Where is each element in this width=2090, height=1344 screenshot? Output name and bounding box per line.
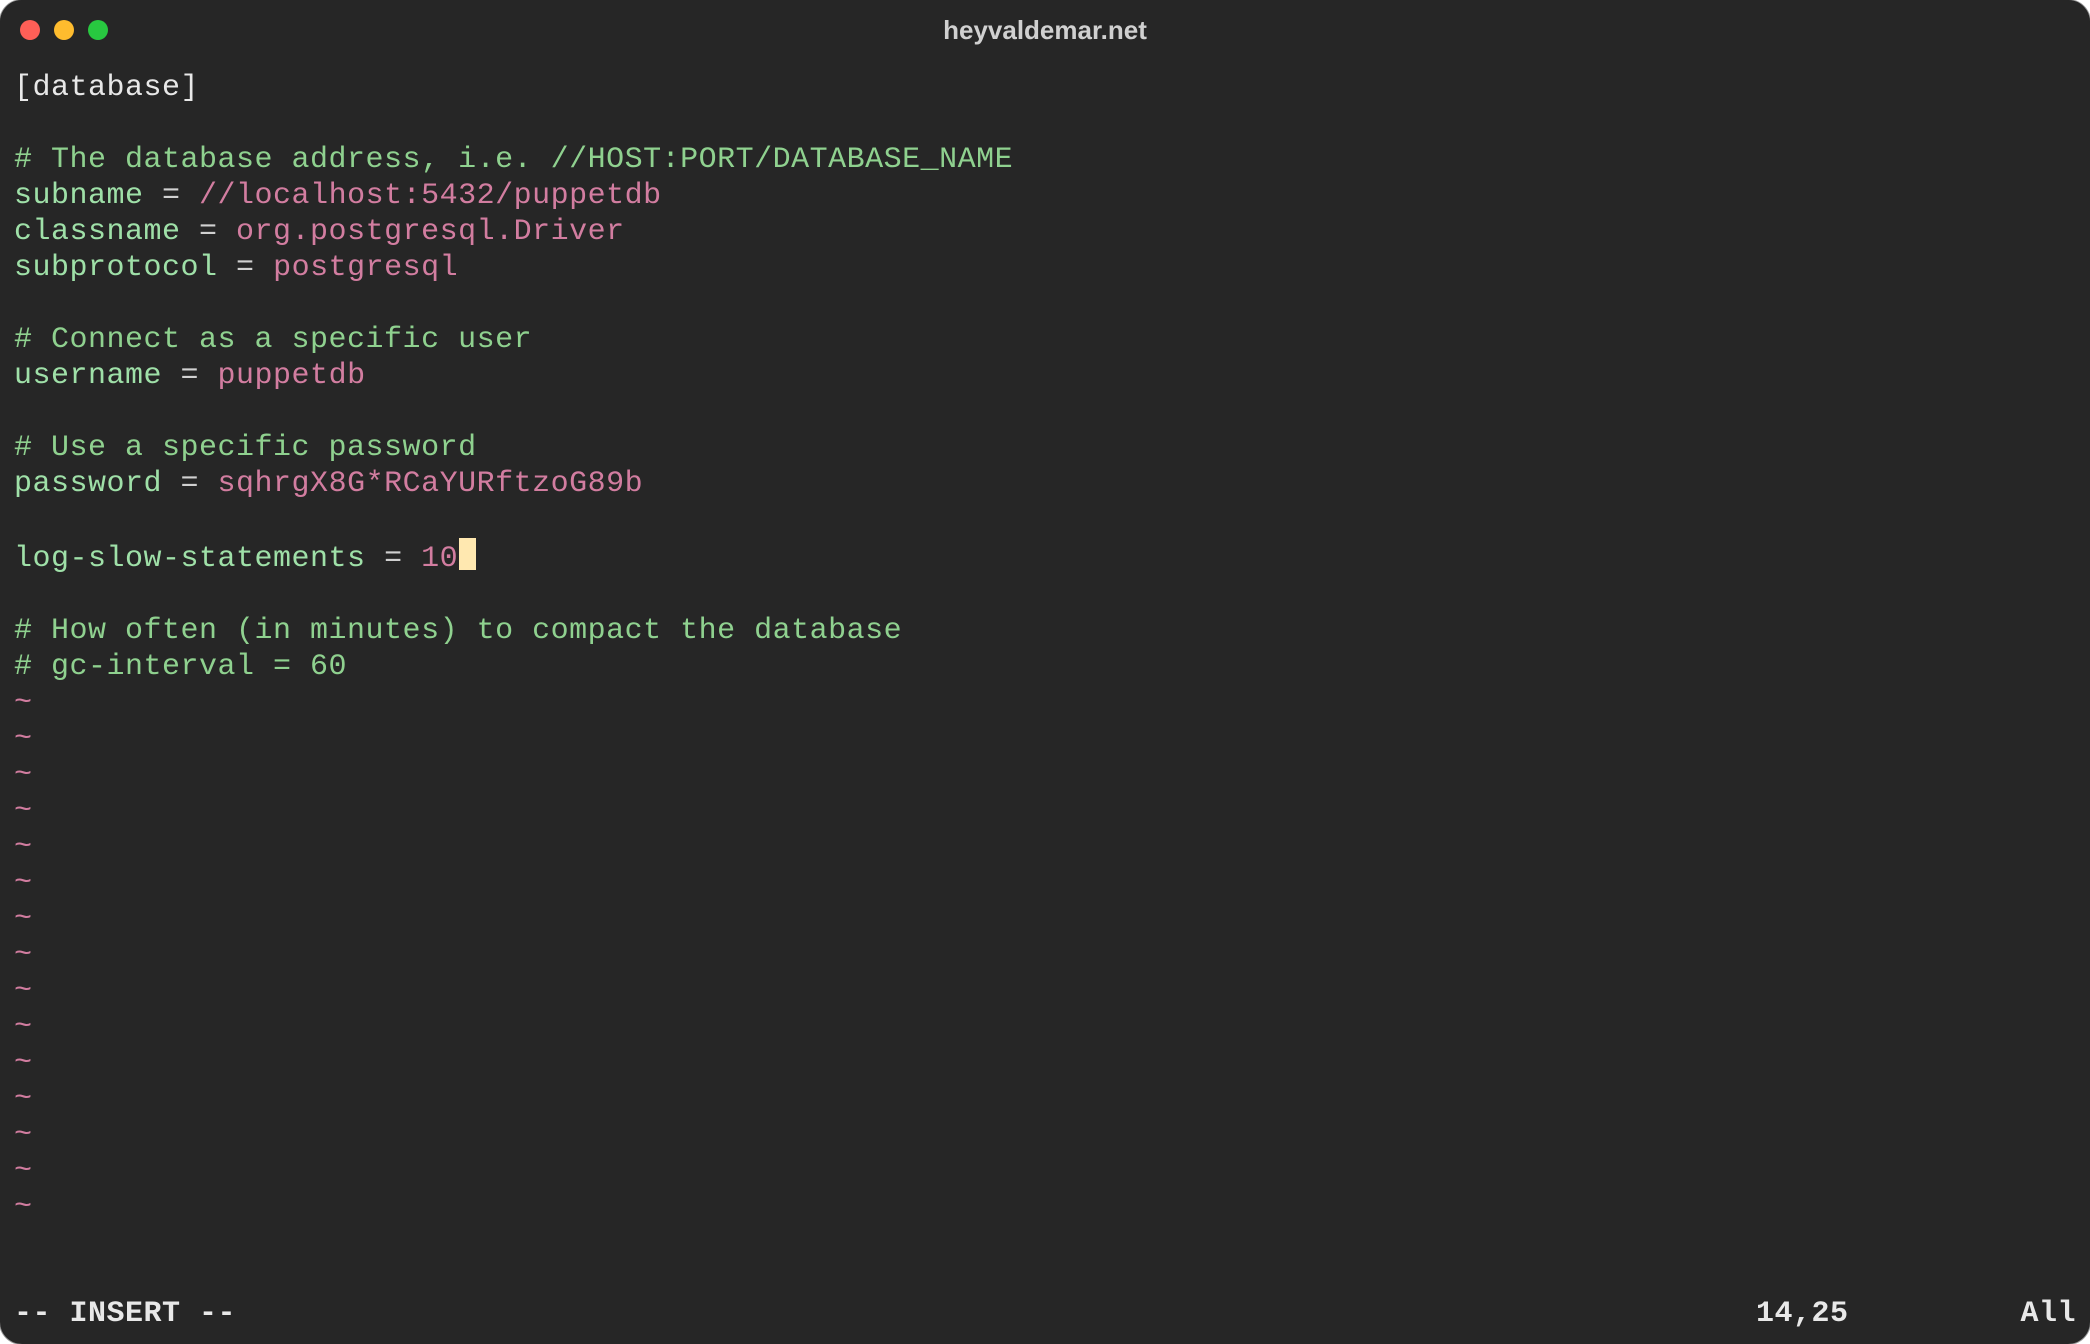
- editor-empty-line: ~: [14, 1117, 2076, 1153]
- editor-line: [14, 394, 2076, 430]
- editor-empty-line: ~: [14, 901, 2076, 937]
- editor-empty-line: ~: [14, 793, 2076, 829]
- vim-mode: -- INSERT --: [14, 1296, 236, 1334]
- editor-line: [14, 577, 2076, 613]
- editor-line: [14, 502, 2076, 538]
- editor-empty-line: ~: [14, 865, 2076, 901]
- editor-empty-line: ~: [14, 829, 2076, 865]
- vim-cursor-position: 14,25: [1756, 1296, 1976, 1334]
- zoom-window-button[interactable]: [88, 20, 108, 40]
- editor-line: [14, 106, 2076, 142]
- editor-empty-line: ~: [14, 1045, 2076, 1081]
- vim-scroll-percent: All: [1976, 1296, 2076, 1334]
- editor-line: # The database address, i.e. //HOST:PORT…: [14, 142, 2076, 178]
- editor-line: # Use a specific password: [14, 430, 2076, 466]
- editor-line: username = puppetdb: [14, 358, 2076, 394]
- editor-empty-line: ~: [14, 1081, 2076, 1117]
- editor-line: # Connect as a specific user: [14, 322, 2076, 358]
- window-title: heyvaldemar.net: [0, 15, 2090, 46]
- close-window-button[interactable]: [20, 20, 40, 40]
- vim-statusbar: -- INSERT -- 14,25 All: [0, 1296, 2090, 1344]
- titlebar: heyvaldemar.net: [0, 0, 2090, 60]
- editor-empty-line: ~: [14, 1009, 2076, 1045]
- minimize-window-button[interactable]: [54, 20, 74, 40]
- editor-line: [database]: [14, 70, 2076, 106]
- editor-empty-line: ~: [14, 757, 2076, 793]
- editor-line: # How often (in minutes) to compact the …: [14, 613, 2076, 649]
- editor-empty-line: ~: [14, 1189, 2076, 1225]
- terminal-window: heyvaldemar.net [database] # The databas…: [0, 0, 2090, 1344]
- editor-line: # gc-interval = 60: [14, 649, 2076, 685]
- editor-line: classname = org.postgresql.Driver: [14, 214, 2076, 250]
- editor-empty-line: ~: [14, 973, 2076, 1009]
- editor-line: subname = //localhost:5432/puppetdb: [14, 178, 2076, 214]
- editor-line: subprotocol = postgresql: [14, 250, 2076, 286]
- text-cursor: [459, 538, 476, 570]
- editor-line: password = sqhrgX8G*RCaYURftzoG89b: [14, 466, 2076, 502]
- editor-empty-line: ~: [14, 685, 2076, 721]
- window-controls: [20, 20, 108, 40]
- editor-empty-line: ~: [14, 1153, 2076, 1189]
- editor-viewport[interactable]: [database] # The database address, i.e. …: [0, 60, 2090, 1296]
- editor-line: log-slow-statements = 10: [14, 538, 2076, 577]
- editor-empty-line: ~: [14, 721, 2076, 757]
- editor-empty-line: ~: [14, 937, 2076, 973]
- editor-line: [14, 286, 2076, 322]
